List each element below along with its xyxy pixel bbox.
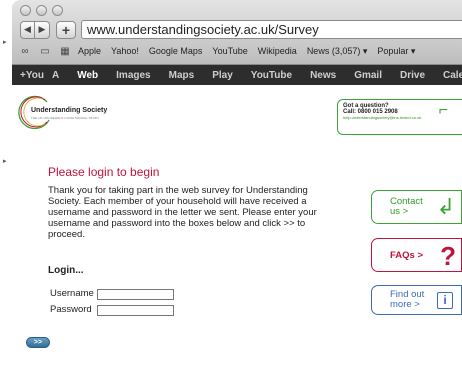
hook-icon: ⌐ [438,102,448,119]
gbar-plus-you[interactable]: +You [20,70,44,81]
google-bar: +You A Web Images Maps Play YouTube News… [12,65,462,85]
intro-text: Thank you for taking part in the web sur… [48,185,317,240]
bookmark-item[interactable]: Apple [78,46,101,56]
password-input[interactable] [97,305,174,316]
gbar-drive[interactable]: Drive [400,70,425,81]
gbar-calendar[interactable]: Calendar [443,70,462,81]
top-sites-grid-icon[interactable]: ▦ [58,46,72,57]
logo-subtitle: THE UK HOUSEHOLD LONGITUDINAL STUDY [31,116,100,120]
pointer-arrow-icon: ▸ [3,39,7,46]
close-window-button[interactable] [20,5,31,16]
contact-us-button[interactable]: Contact us > ↲ [371,190,462,224]
username-label: Username [50,288,94,299]
bookmark-item[interactable]: YouTube [212,46,247,56]
contact-line2: us > [390,206,409,217]
page-title: Please login to begin [48,165,160,179]
findout-line2: more > [390,299,420,310]
find-out-more-button[interactable]: Find out more > i [371,285,462,315]
question-mark-icon: ? [440,241,456,271]
back-button[interactable]: ◀ [20,20,35,39]
forward-button[interactable]: ▶ [35,20,50,39]
bookmark-item[interactable]: Yahoo! [111,46,139,56]
password-label: Password [50,304,92,315]
login-heading: Login... [48,265,84,276]
browser-chrome: ◀ ▶ + www.understandingsociety.ac.uk/Sur… [12,0,462,65]
gbar-youtube[interactable]: YouTube [251,70,292,81]
pointer-arrow-icon: ▸ [3,158,7,165]
username-input[interactable] [97,289,174,300]
gbar-gmail[interactable]: Gmail [354,70,382,81]
zoom-window-button[interactable] [52,5,63,16]
page-content: Understanding Society THE UK HOUSEHOLD L… [12,85,462,387]
gbar-a[interactable]: A [52,70,59,81]
address-bar[interactable]: www.understandingsociety.ac.uk/Survey [81,20,462,39]
add-bookmark-button[interactable]: + [56,20,76,39]
minimize-window-button[interactable] [36,5,47,16]
gbar-web[interactable]: Web [77,70,98,81]
bookmark-item[interactable]: Google Maps [149,46,203,56]
window-controls [20,5,63,16]
bookmark-item[interactable]: Popular ▾ [377,46,415,57]
bookmarks-book-icon[interactable]: ▭ [38,46,52,57]
gbar-maps[interactable]: Maps [169,70,195,81]
faqs-label: FAQs > [390,250,423,261]
background-page-strip: ▸ ▸ [0,0,12,387]
bookmarks-bar: ∞ ▭ ▦ Apple Yahoo! Google Maps YouTube W… [18,43,462,59]
bookmark-item[interactable]: Wikipedia [258,46,297,56]
screenshot-root: ▸ ▸ ◀ ▶ + www.understandingsociety.ac.uk… [0,0,462,387]
contact-label: Contact us > [390,197,423,217]
findout-label: Find out more > [390,290,424,310]
site-logo[interactable]: Understanding Society THE UK HOUSEHOLD L… [17,94,117,130]
reading-list-icon[interactable]: ∞ [18,46,32,57]
navigation-bar: ◀ ▶ + www.understandingsociety.ac.uk/Sur… [20,20,462,39]
bookmark-item[interactable]: News (3,057) ▾ [307,46,368,57]
info-icon: i [437,292,453,309]
gbar-images[interactable]: Images [116,70,150,81]
submit-button[interactable]: >> [26,337,50,348]
faqs-button[interactable]: FAQs > ? [371,238,462,272]
gbar-play[interactable]: Play [212,70,233,81]
hook-arrow-icon: ↲ [436,194,455,219]
logo-title: Understanding Society [31,107,108,114]
gbar-news[interactable]: News [310,70,336,81]
help-box[interactable]: Got a question? Call: 0800 015 2908 help… [337,99,462,135]
